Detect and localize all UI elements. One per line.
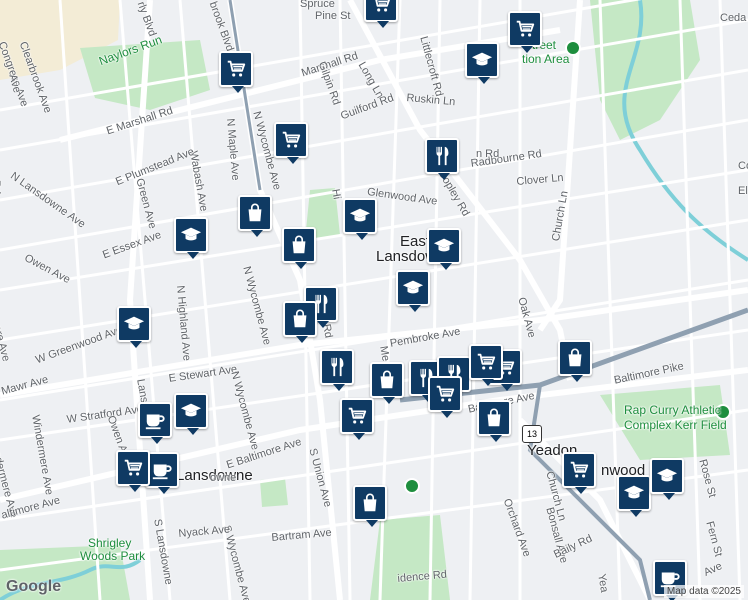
map-marker-cup[interactable]: [145, 452, 179, 494]
map-marker-cart[interactable]: [116, 450, 150, 492]
map-marker-school[interactable]: [617, 475, 651, 517]
area-label-shrigley-2: Woods Park: [80, 549, 146, 563]
street-label-owne: owne: [210, 472, 237, 484]
street-label-cedar: Ceda: [720, 12, 747, 24]
map-marker-cart[interactable]: [340, 398, 374, 440]
area-label-shrigley-1: Shrigley: [88, 536, 132, 550]
street-label-el-e: El: [738, 185, 748, 197]
map-marker-bag[interactable]: [353, 485, 387, 527]
map-marker-bag[interactable]: [283, 301, 317, 343]
street-label-co: Co: [738, 160, 748, 172]
map-marker-school[interactable]: [396, 270, 430, 312]
map-marker-bag[interactable]: [558, 340, 592, 382]
map-marker-cart[interactable]: [469, 344, 503, 386]
shopping-cart-icon: [568, 459, 590, 481]
map-marker-school[interactable]: [427, 228, 461, 270]
map-marker-restaurant[interactable]: [425, 138, 459, 180]
restaurant-icon: [326, 356, 348, 378]
street-label-hi-short: Hi: [329, 188, 343, 201]
school-icon: [180, 224, 202, 246]
school-icon: [623, 482, 645, 504]
cafe-icon: [144, 409, 166, 431]
map-attribution[interactable]: Map data ©2025: [663, 585, 744, 598]
map-canvas[interactable]: 13 East Lansdowne Lansdowne Yeadon nwood Rap …: [0, 0, 748, 600]
map-marker-school[interactable]: [465, 42, 499, 84]
street-label-n-rd: n Rd: [476, 148, 500, 160]
map-marker-cart[interactable]: [274, 122, 308, 164]
shopping-bag-icon: [376, 369, 398, 391]
school-icon: [349, 205, 371, 227]
map-marker-cart[interactable]: [364, 0, 398, 28]
shopping-cart-icon: [434, 383, 456, 405]
shopping-bag-icon: [564, 347, 586, 369]
park-marker-icon: [404, 478, 420, 494]
google-logo: Google: [6, 578, 62, 595]
shopping-bag-icon: [289, 308, 311, 330]
cafe-icon: [151, 459, 173, 481]
route-13-shield: 13: [522, 425, 542, 443]
school-icon: [656, 465, 678, 487]
shopping-cart-icon: [346, 405, 368, 427]
map-marker-bag[interactable]: [238, 195, 272, 237]
shopping-bag-icon: [483, 407, 505, 429]
shopping-cart-icon: [122, 457, 144, 479]
shopping-bag-icon: [359, 492, 381, 514]
school-icon: [433, 235, 455, 257]
map-marker-school[interactable]: [117, 306, 151, 348]
shopping-cart-icon: [475, 351, 497, 373]
map-marker-school[interactable]: [650, 458, 684, 500]
area-label-rap-curry-1: Rap Curry Athletic: [624, 403, 721, 417]
map-marker-school[interactable]: [343, 198, 377, 240]
school-icon: [180, 400, 202, 422]
restaurant-icon: [431, 145, 453, 167]
map-marker-cup[interactable]: [138, 402, 172, 444]
area-label-rap-curry-2: Complex Kerr Field: [624, 418, 727, 432]
area-label-tion-area: tion Area: [522, 52, 570, 66]
map-marker-cart[interactable]: [219, 51, 253, 93]
map-marker-cart[interactable]: [562, 452, 596, 494]
shopping-bag-icon: [244, 202, 266, 224]
street-label-pine: Pine St: [315, 10, 351, 22]
school-icon: [471, 49, 493, 71]
map-marker-school[interactable]: [174, 217, 208, 259]
shopping-cart-icon: [225, 58, 247, 80]
map-marker-cart[interactable]: [428, 376, 462, 418]
map-marker-restaurant[interactable]: [320, 349, 354, 391]
street-label-me-short: Me: [377, 345, 392, 363]
map-marker-bag[interactable]: [370, 362, 404, 404]
shopping-cart-icon: [280, 129, 302, 151]
map-marker-bag[interactable]: [282, 227, 316, 269]
shopping-bag-icon: [288, 234, 310, 256]
school-icon: [123, 313, 145, 335]
school-icon: [402, 277, 424, 299]
map-marker-cart[interactable]: [508, 11, 542, 53]
map-marker-school[interactable]: [174, 393, 208, 435]
street-label-spruce: Spruce: [300, 0, 335, 10]
shopping-cart-icon: [514, 18, 536, 40]
street-label-rd-left: Rd: [0, 180, 2, 195]
shopping-cart-icon: [370, 0, 392, 15]
map-marker-bag[interactable]: [477, 400, 511, 442]
